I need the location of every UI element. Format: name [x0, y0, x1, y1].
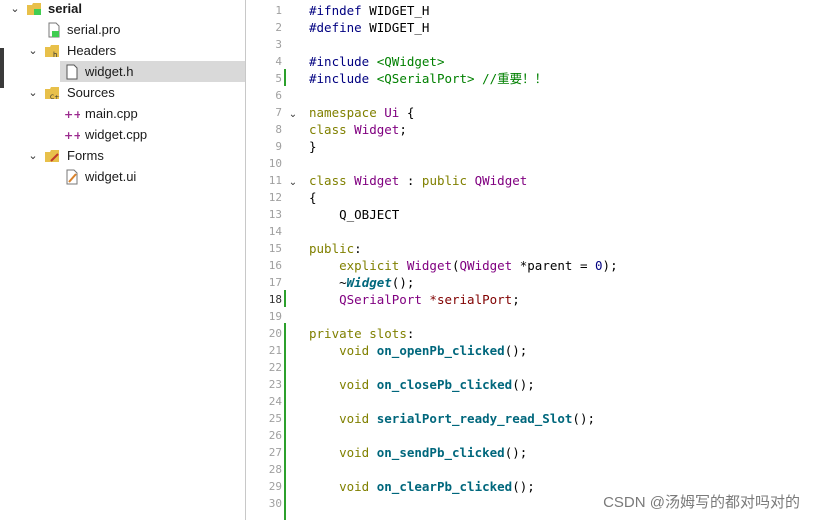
code-line: void serialPort_ready_read_Slot(); [309, 411, 595, 426]
svg-text:++: ++ [64, 129, 80, 142]
code-line: } [309, 139, 317, 154]
code-line: #include <QSerialPort> //重要！！ [309, 71, 548, 86]
line-number: 24 [268, 395, 282, 408]
code-line: explicit Widget(QWidget *parent = 0); [309, 258, 618, 273]
line-number: 1 [275, 4, 282, 17]
tree-item-label: widget.h [85, 64, 134, 79]
project-tree: ⌄ serial serial.pro ⌄ h Headers widget.h… [0, 0, 246, 520]
line-number: 7 [275, 106, 282, 119]
code-line: void on_openPb_clicked(); [309, 343, 528, 358]
code-line: QSerialPort *serialPort; [309, 292, 520, 307]
line-number: 16 [268, 259, 282, 272]
ui-form-file-icon [64, 169, 80, 185]
tree-item-pro-file[interactable]: serial.pro [0, 19, 245, 40]
qt-pro-file-icon [46, 22, 62, 38]
line-number: 4 [275, 55, 282, 68]
chevron-down-icon[interactable]: ⌄ [8, 0, 22, 19]
line-number: 21 [268, 344, 282, 357]
change-marker [284, 323, 286, 520]
svg-text:C++: C++ [50, 94, 60, 101]
code-line: class Widget : public QWidget [309, 173, 528, 188]
tree-item-label: serial [48, 1, 82, 16]
code-line: public: [309, 241, 362, 256]
line-number: 30 [268, 497, 282, 510]
line-number: 26 [268, 429, 282, 442]
code-line: #include <QWidget> [309, 54, 445, 69]
tree-item-headers[interactable]: ⌄ h Headers [0, 40, 245, 61]
chevron-down-icon[interactable]: ⌄ [26, 82, 40, 103]
line-number: 13 [268, 208, 282, 221]
sources-folder-icon: C++ [44, 85, 64, 101]
forms-folder-icon [44, 148, 60, 164]
tree-item-widget-h[interactable]: widget.h [0, 61, 245, 82]
file-icon [64, 64, 80, 80]
tree-item-main-cpp[interactable]: ++ main.cpp [0, 103, 245, 124]
line-number: 27 [268, 446, 282, 459]
code-line: class Widget; [309, 122, 407, 137]
code-line: private slots: [309, 326, 415, 341]
line-number: 28 [268, 463, 282, 476]
line-number: 6 [275, 89, 282, 102]
line-number: 3 [275, 38, 282, 51]
fold-arrow-icon[interactable]: ⌄ [287, 106, 299, 123]
tree-item-widget-ui[interactable]: widget.ui [0, 166, 245, 187]
chevron-down-icon[interactable]: ⌄ [26, 40, 40, 61]
line-number: 29 [268, 480, 282, 493]
tree-item-label: Headers [67, 43, 117, 58]
tree-item-label: Sources [67, 85, 115, 100]
line-number: 2 [275, 21, 282, 34]
fold-arrow-icon[interactable]: ⌄ [287, 174, 299, 191]
tree-item-sources[interactable]: ⌄ C++ Sources [0, 82, 245, 103]
line-number: 8 [275, 123, 282, 136]
line-number: 17 [268, 276, 282, 289]
code-line: void on_clearPb_clicked(); [309, 479, 535, 494]
line-number: 14 [268, 225, 282, 238]
code-line: #define WIDGET_H [309, 20, 430, 35]
headers-folder-icon: h [44, 43, 60, 59]
tree-item-forms[interactable]: ⌄ Forms [0, 145, 245, 166]
tree-item-label: serial.pro [67, 22, 121, 37]
tree-item-label: widget.cpp [85, 127, 148, 142]
line-number: 22 [268, 361, 282, 374]
line-number: 12 [268, 191, 282, 204]
cpp-file-icon: ++ [64, 106, 82, 122]
code-line: #ifndef WIDGET_H [309, 3, 430, 18]
line-number: 18 [268, 293, 282, 306]
change-marker [284, 69, 286, 86]
code-line: Q_OBJECT [309, 207, 400, 222]
tree-item-label: main.cpp [85, 106, 138, 121]
line-number: 25 [268, 412, 282, 425]
cpp-file-icon: ++ [64, 127, 82, 143]
change-marker [284, 290, 286, 307]
line-number: 11 [268, 174, 282, 187]
code-editor[interactable]: #ifndef WIDGET_H #define WIDGET_H #inclu… [306, 0, 814, 520]
line-number: 20 [268, 327, 282, 340]
qt-project-icon [26, 1, 42, 17]
line-number: 19 [268, 310, 282, 323]
code-line: void on_sendPb_clicked(); [309, 445, 528, 460]
code-line: namespace Ui { [309, 105, 415, 120]
code-line: void on_closePb_clicked(); [309, 377, 535, 392]
line-number: 9 [275, 140, 282, 153]
line-number: 10 [268, 157, 282, 170]
tree-item-widget-cpp[interactable]: ++ widget.cpp [0, 124, 245, 145]
code-line: ~Widget(); [309, 275, 415, 290]
svg-text:h: h [53, 51, 57, 59]
tree-item-label: widget.ui [85, 169, 137, 184]
chevron-down-icon[interactable]: ⌄ [26, 145, 40, 166]
code-line: { [309, 190, 317, 205]
line-number: 5 [275, 72, 282, 85]
svg-text:++: ++ [64, 108, 80, 121]
line-number: 23 [268, 378, 282, 391]
tree-item-label: Forms [67, 148, 104, 163]
tree-item-project-root[interactable]: ⌄ serial [0, 0, 245, 19]
editor-gutter: 1 2 3 4 5 6 7 8 9 10 11 12 13 14 15 16 17 18 19 20 21 22 23 24 2… [246, 0, 306, 520]
line-number: 15 [268, 242, 282, 255]
csdn-watermark: CSDN @汤姆写的都对吗对的 [603, 494, 800, 511]
